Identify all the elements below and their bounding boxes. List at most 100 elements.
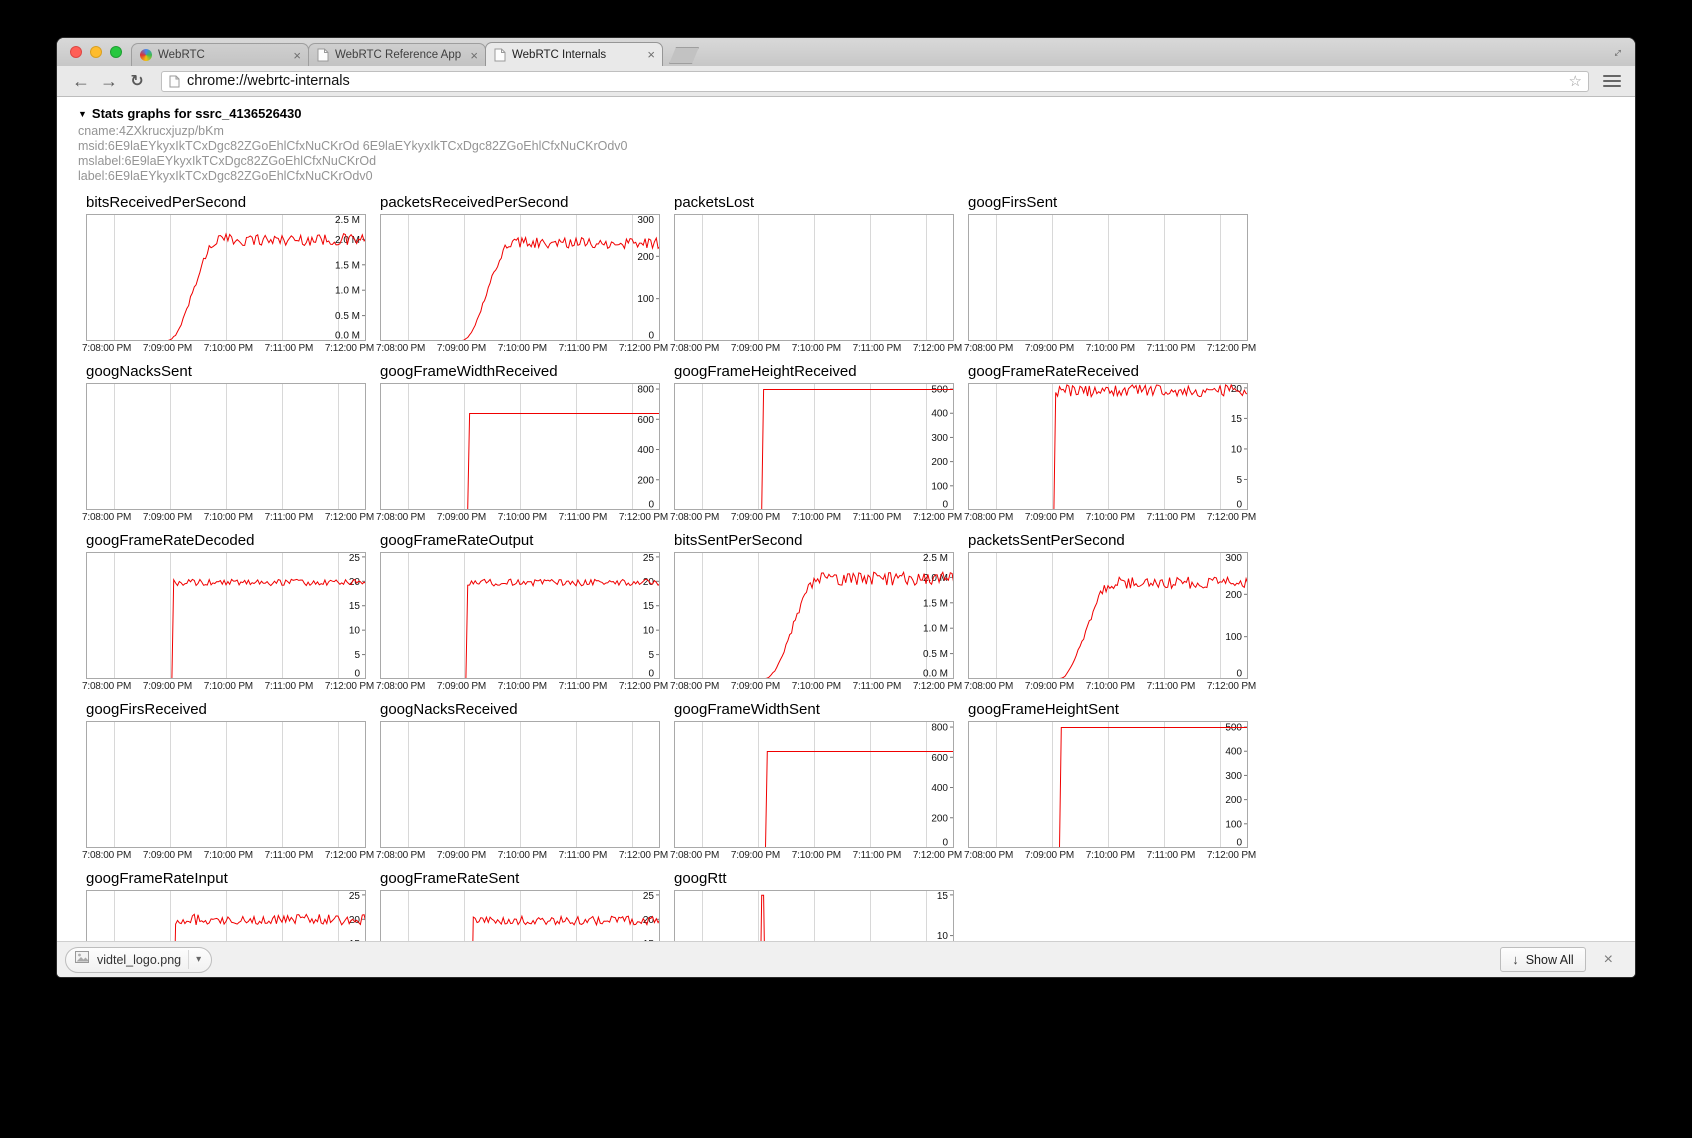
y-tick-label: 200 [637, 475, 654, 486]
show-all-button[interactable]: ↓ Show All [1500, 947, 1585, 972]
x-axis-label: 7:10:00 PM [498, 343, 547, 354]
y-tick-label: 400 [637, 445, 654, 456]
x-axis-label: 7:09:00 PM [143, 681, 192, 692]
chart-googFrameRateDecoded: googFrameRateDecoded25201510507:08:00 PM… [86, 532, 366, 692]
y-tick-label: 600 [637, 415, 654, 426]
window-close-button[interactable] [70, 46, 82, 58]
stats-graphs-grid: bitsReceivedPerSecond2.5 M2.0 M1.5 M1.0 … [86, 194, 1635, 941]
x-axis-labels: 7:08:00 PM7:09:00 PM7:10:00 PM7:11:00 PM… [82, 850, 374, 861]
chart-googFrameHeightSent: googFrameHeightSent50040030020010007:08:… [968, 701, 1248, 861]
y-tick-label: 25 [349, 553, 361, 564]
shelf-close-icon[interactable]: × [1604, 952, 1613, 968]
chart-googFrameWidthReceived: googFrameWidthReceived80060040020007:08:… [380, 363, 660, 523]
tab-webrtc-reference-app[interactable]: WebRTC Reference App × [308, 43, 486, 66]
window-zoom-button[interactable] [110, 46, 122, 58]
x-axis-label: 7:11:00 PM [265, 681, 313, 692]
browser-window: WebRTC × WebRTC Reference App × WebRTC I… [57, 38, 1635, 977]
x-axis-label: 7:08:00 PM [964, 343, 1013, 354]
fullscreen-icon[interactable]: ↔ [1605, 40, 1626, 61]
y-tick-label: 300 [1225, 553, 1242, 564]
y-tick-label: 0 [648, 331, 654, 342]
tab-close-icon[interactable]: × [293, 49, 301, 62]
image-file-icon [74, 949, 90, 970]
x-axis-label: 7:08:00 PM [376, 681, 425, 692]
tab-close-icon[interactable]: × [470, 49, 478, 62]
chart-title: packetsLost [674, 194, 954, 212]
x-axis-label: 7:10:00 PM [204, 850, 253, 861]
y-tick-label: 200 [931, 813, 948, 824]
chart-googFrameHeightReceived: googFrameHeightReceived50040030020010007… [674, 363, 954, 523]
x-axis-label: 7:09:00 PM [143, 343, 192, 354]
y-tick-label: 15 [1231, 414, 1243, 425]
y-tick-label: 5 [648, 650, 654, 661]
x-axis-label: 7:08:00 PM [376, 343, 425, 354]
y-tick-label: 800 [637, 385, 654, 396]
back-button[interactable]: ← [69, 71, 93, 92]
menu-icon[interactable] [1601, 73, 1623, 89]
y-tick-label: 200 [1225, 590, 1242, 601]
y-tick-label: 800 [931, 723, 948, 734]
tab-webrtc-internals[interactable]: WebRTC Internals × [485, 42, 663, 66]
x-axis-label: 7:09:00 PM [731, 681, 780, 692]
y-tick-label: 15 [349, 601, 361, 612]
y-tick-label: 15 [643, 939, 655, 941]
x-axis-label: 7:10:00 PM [1086, 512, 1135, 523]
chart-title: googFrameHeightSent [968, 701, 1248, 719]
x-axis-label: 7:08:00 PM [376, 850, 425, 861]
stats-graphs-title: Stats graphs for ssrc_4136526430 [92, 106, 302, 121]
chart-canvas: 2520151050 [86, 890, 366, 941]
x-axis-label: 7:08:00 PM [670, 850, 719, 861]
y-tick-label: 400 [931, 783, 948, 794]
x-axis-label: 7:12:00 PM [325, 512, 374, 523]
x-axis-label: 7:09:00 PM [143, 512, 192, 523]
y-tick-label: 1.5 M [335, 260, 360, 271]
x-axis-label: 7:09:00 PM [437, 850, 486, 861]
chart-title: googFrameWidthReceived [380, 363, 660, 381]
download-dropdown-icon[interactable]: ▾ [188, 950, 207, 969]
y-tick-label: 100 [1225, 632, 1242, 643]
tab-strip: WebRTC × WebRTC Reference App × WebRTC I… [57, 38, 1635, 66]
x-axis-label: 7:11:00 PM [265, 850, 313, 861]
download-filename[interactable]: vidtel_logo.png [97, 953, 181, 967]
chart-bitsSentPerSecond: bitsSentPerSecond2.5 M2.0 M1.5 M1.0 M0.5… [674, 532, 954, 692]
forward-button[interactable]: → [97, 71, 121, 92]
address-bar[interactable]: chrome://webrtc-internals ☆ [161, 71, 1589, 92]
x-axis-label: 7:10:00 PM [1086, 343, 1135, 354]
x-axis-label: 7:08:00 PM [670, 681, 719, 692]
tab-webrtc[interactable]: WebRTC × [131, 43, 309, 66]
x-axis-label: 7:08:00 PM [964, 850, 1013, 861]
x-axis-label: 7:10:00 PM [1086, 850, 1135, 861]
download-item[interactable]: vidtel_logo.png ▾ [65, 947, 212, 973]
reload-button[interactable]: ↻ [125, 71, 149, 91]
meta-cname: cname:4ZXkrucxjuzp/bKm [78, 124, 1635, 139]
x-axis-label: 7:08:00 PM [82, 850, 131, 861]
chart-googNacksReceived: googNacksReceived7:08:00 PM7:09:00 PM7:1… [380, 701, 660, 861]
x-axis-label: 7:12:00 PM [913, 343, 962, 354]
chart-googFirsSent: googFirsSent7:08:00 PM7:09:00 PM7:10:00 … [968, 194, 1248, 354]
window-minimize-button[interactable] [90, 46, 102, 58]
y-tick-label: 0.0 M [923, 669, 948, 680]
chart-canvas: 2520151050 [380, 552, 660, 679]
bookmark-star-icon[interactable]: ☆ [1569, 72, 1582, 90]
new-tab-button[interactable] [669, 47, 699, 64]
x-axis-label: 7:10:00 PM [792, 681, 841, 692]
url-text[interactable]: chrome://webrtc-internals [187, 73, 1563, 89]
x-axis-label: 7:11:00 PM [853, 850, 901, 861]
collapse-triangle-icon[interactable]: ▼ [78, 109, 87, 119]
chart-canvas: 8006004002000 [380, 383, 660, 510]
x-axis-labels: 7:08:00 PM7:09:00 PM7:10:00 PM7:11:00 PM… [964, 512, 1256, 523]
x-axis-label: 7:11:00 PM [559, 512, 607, 523]
y-tick-label: 5 [1236, 475, 1242, 486]
chart-googFrameRateSent: googFrameRateSent25201510507:08:00 PM7:0… [380, 870, 660, 941]
stats-graphs-header[interactable]: ▼ Stats graphs for ssrc_4136526430 [78, 106, 1635, 121]
meta-msid: msid:6E9laEYkyxIkTCxDgc82ZGoEhlCfxNuCKrO… [78, 139, 1635, 154]
tab-close-icon[interactable]: × [647, 48, 655, 61]
y-tick-label: 100 [1225, 819, 1242, 830]
chart-packetsReceivedPerSecond: packetsReceivedPerSecond30020010007:08:0… [380, 194, 660, 354]
x-axis-label: 7:12:00 PM [325, 681, 374, 692]
x-axis-label: 7:09:00 PM [1025, 512, 1074, 523]
x-axis-label: 7:11:00 PM [853, 512, 901, 523]
y-tick-label: 0 [1236, 669, 1242, 680]
chart-title: bitsReceivedPerSecond [86, 194, 366, 212]
chart-canvas: 8006004002000 [674, 721, 954, 848]
